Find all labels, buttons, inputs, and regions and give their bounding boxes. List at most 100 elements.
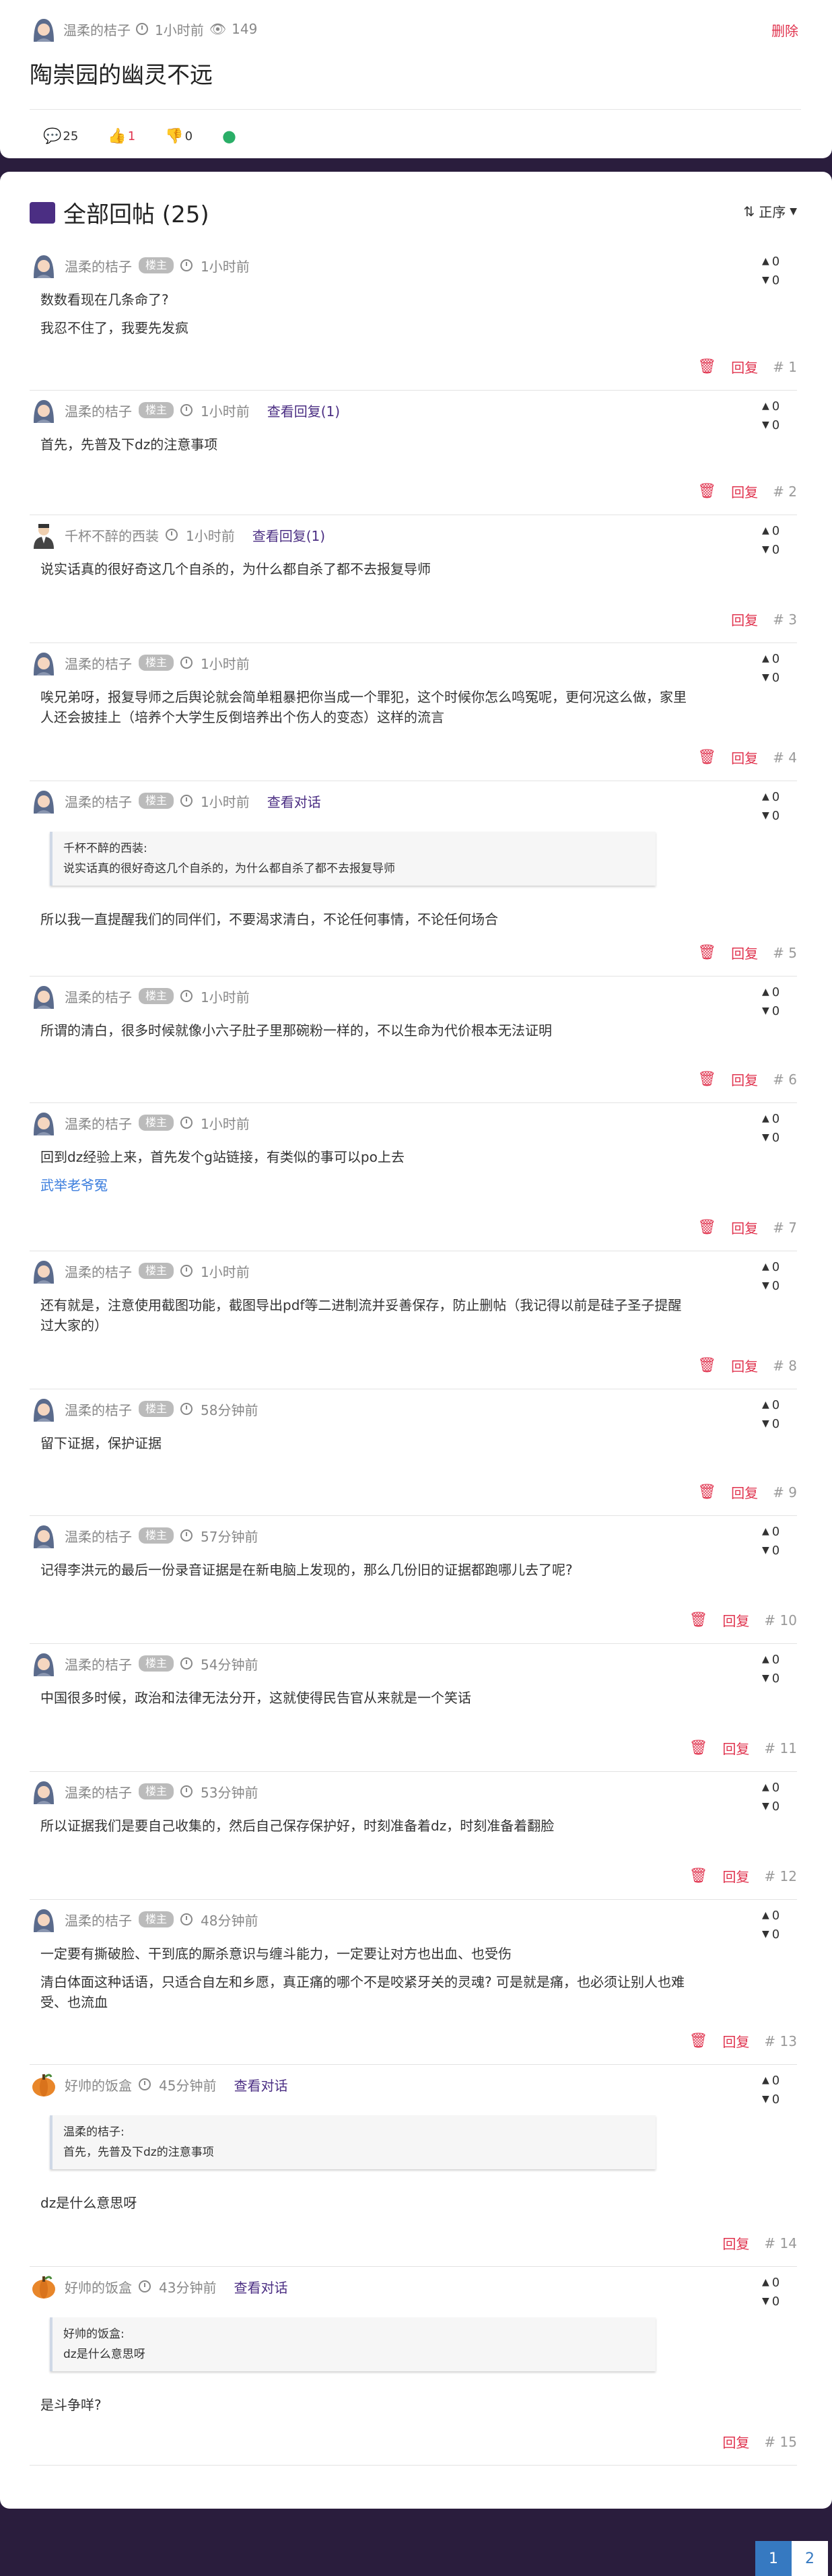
upvote-button[interactable]: ▲ 0: [762, 2273, 789, 2292]
avatar[interactable]: [30, 1257, 58, 1285]
post-author[interactable]: 温柔的桔子: [65, 791, 132, 811]
downvote-button[interactable]: ▼ 0: [762, 806, 789, 825]
trash-icon[interactable]: 🗑: [697, 1071, 716, 1088]
upvote-button[interactable]: ▲ 0: [762, 649, 789, 668]
wechat-icon[interactable]: ●: [222, 127, 236, 145]
reply-button[interactable]: 回复: [722, 2031, 749, 2051]
post-author[interactable]: 温柔的桔子: [65, 1399, 132, 1419]
upvote-button[interactable]: ▲ 0: [762, 397, 789, 416]
delete-topic-button[interactable]: 删除: [771, 20, 798, 40]
dislike-button[interactable]: 👎 0: [165, 128, 193, 145]
trash-icon[interactable]: 🗑: [689, 1868, 707, 1884]
upvote-button[interactable]: ▲ 0: [762, 1906, 789, 1925]
trash-icon[interactable]: 🗑: [697, 944, 716, 961]
post-author[interactable]: 温柔的桔子: [65, 401, 132, 420]
downvote-button[interactable]: ▼ 0: [762, 1128, 789, 1147]
upvote-button[interactable]: ▲ 0: [762, 2071, 789, 2090]
avatar[interactable]: [30, 396, 58, 424]
post-author[interactable]: 千杯不醉的西装: [65, 525, 159, 545]
trash-icon[interactable]: 🗑: [689, 2033, 707, 2049]
downvote-button[interactable]: ▼ 0: [762, 2090, 789, 2109]
post-link[interactable]: 武举老爷冤: [40, 1175, 687, 1195]
upvote-button[interactable]: ▲ 0: [762, 1109, 789, 1128]
reply-button[interactable]: 回复: [722, 2432, 749, 2451]
sort-dropdown[interactable]: ⇅ 正序 ▼: [743, 201, 797, 221]
avatar[interactable]: [30, 2272, 58, 2301]
page-1-button[interactable]: 1: [755, 2541, 792, 2576]
reply-button[interactable]: 回复: [731, 1218, 758, 1237]
post-author[interactable]: 温柔的桔子: [65, 1782, 132, 1802]
downvote-button[interactable]: ▼ 0: [762, 1925, 789, 1944]
avatar[interactable]: [30, 1395, 58, 1423]
avatar[interactable]: [30, 1905, 58, 1934]
view-thread-link[interactable]: 查看对话: [234, 2075, 287, 2094]
upvote-button[interactable]: ▲ 0: [762, 787, 789, 806]
trash-icon[interactable]: 🗑: [697, 1484, 716, 1500]
view-thread-link[interactable]: 查看回复(1): [267, 401, 340, 420]
avatar[interactable]: [30, 1521, 58, 1550]
reply-button[interactable]: 回复: [731, 1069, 758, 1089]
trash-icon[interactable]: 🗑: [697, 483, 716, 500]
post-author[interactable]: 好帅的饭盒: [65, 2075, 132, 2094]
downvote-button[interactable]: ▼ 0: [762, 1414, 789, 1433]
post-author[interactable]: 温柔的桔子: [65, 1654, 132, 1674]
avatar[interactable]: [30, 1777, 58, 1806]
reply-button[interactable]: 回复: [731, 1482, 758, 1502]
post-author[interactable]: 温柔的桔子: [65, 1113, 132, 1133]
reply-button[interactable]: 回复: [722, 1610, 749, 1630]
upvote-button[interactable]: ▲ 0: [762, 1257, 789, 1276]
upvote-button[interactable]: ▲ 0: [762, 521, 789, 540]
trash-icon[interactable]: 🗑: [697, 358, 716, 375]
downvote-button[interactable]: ▼ 0: [762, 2292, 789, 2311]
reply-button[interactable]: 回复: [731, 748, 758, 767]
post-author[interactable]: 温柔的桔子: [65, 1261, 132, 1281]
trash-icon[interactable]: 🗑: [697, 1219, 716, 1236]
reply-button[interactable]: 回复: [731, 1356, 758, 1375]
post-author[interactable]: 温柔的桔子: [65, 256, 132, 275]
downvote-button[interactable]: ▼ 0: [762, 1669, 789, 1688]
downvote-button[interactable]: ▼ 0: [762, 540, 789, 559]
upvote-button[interactable]: ▲ 0: [762, 983, 789, 1001]
avatar[interactable]: [30, 649, 58, 677]
post-author[interactable]: 温柔的桔子: [65, 653, 132, 673]
downvote-button[interactable]: ▼ 0: [762, 1797, 789, 1816]
downvote-button[interactable]: ▼ 0: [762, 1541, 789, 1560]
upvote-button[interactable]: ▲ 0: [762, 252, 789, 271]
downvote-button[interactable]: ▼ 0: [762, 1001, 789, 1020]
downvote-button[interactable]: ▼ 0: [762, 271, 789, 290]
post-author[interactable]: 温柔的桔子: [65, 987, 132, 1006]
trash-icon[interactable]: 🗑: [689, 1612, 707, 1628]
like-button[interactable]: 👍 1: [108, 128, 135, 145]
view-thread-link[interactable]: 查看对话: [234, 2277, 287, 2297]
reply-button[interactable]: 回复: [731, 609, 758, 629]
reply-button[interactable]: 回复: [722, 2233, 749, 2253]
avatar[interactable]: [30, 787, 58, 815]
downvote-button[interactable]: ▼ 0: [762, 416, 789, 434]
downvote-button[interactable]: ▼ 0: [762, 1276, 789, 1295]
view-thread-link[interactable]: 查看回复(1): [252, 525, 325, 545]
view-thread-link[interactable]: 查看对话: [267, 791, 321, 811]
downvote-button[interactable]: ▼ 0: [762, 668, 789, 687]
avatar[interactable]: [30, 1109, 58, 1137]
upvote-button[interactable]: ▲ 0: [762, 1778, 789, 1797]
reply-button[interactable]: 回复: [731, 943, 758, 962]
avatar[interactable]: [30, 251, 58, 279]
post-author[interactable]: 温柔的桔子: [65, 1526, 132, 1546]
post-author[interactable]: 好帅的饭盒: [65, 2277, 132, 2297]
upvote-button[interactable]: ▲ 0: [762, 1395, 789, 1414]
topic-author[interactable]: 温柔的桔子: [63, 20, 131, 39]
avatar[interactable]: [30, 982, 58, 1010]
avatar[interactable]: [30, 521, 58, 549]
avatar[interactable]: [30, 2070, 58, 2099]
upvote-button[interactable]: ▲ 0: [762, 1650, 789, 1669]
reply-button[interactable]: 回复: [731, 482, 758, 501]
avatar[interactable]: [30, 15, 58, 43]
page-2-button[interactable]: 2: [792, 2541, 828, 2576]
reply-button[interactable]: 回复: [722, 1866, 749, 1886]
avatar[interactable]: [30, 1649, 58, 1678]
trash-icon[interactable]: 🗑: [697, 1357, 716, 1374]
comment-stat[interactable]: 💬 25: [43, 128, 78, 145]
reply-button[interactable]: 回复: [731, 357, 758, 376]
upvote-button[interactable]: ▲ 0: [762, 1522, 789, 1541]
trash-icon[interactable]: 🗑: [689, 1740, 707, 1756]
